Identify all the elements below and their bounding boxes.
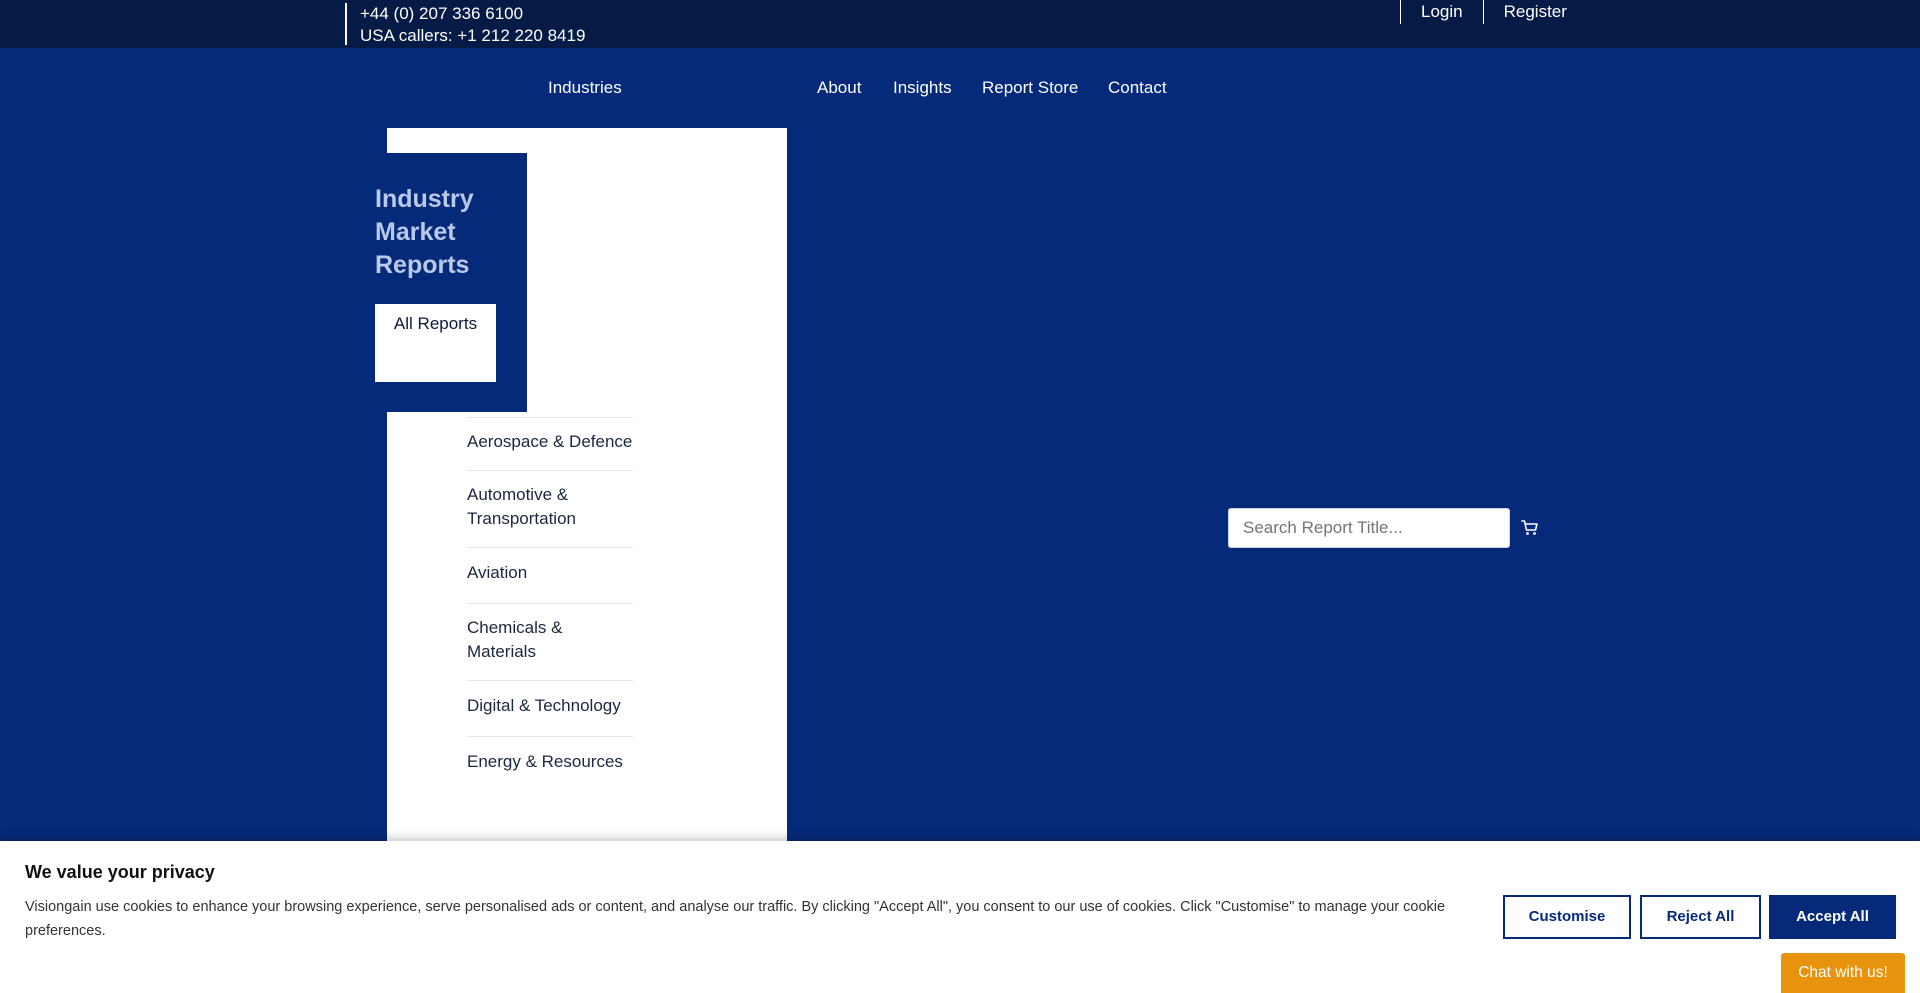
main-nav: Industries About Insights Report Store C… [0,75,1920,103]
login-link[interactable]: Login [1400,0,1483,24]
category-automotive-transportation[interactable]: Automotive & Transportation [467,470,633,547]
category-energy-resources[interactable]: Energy & Resources [467,736,633,792]
cookie-consent-banner: We value your privacy Visiongain use coo… [0,841,1920,993]
nav-about[interactable]: About [817,75,861,101]
nav-insights[interactable]: Insights [893,75,952,101]
category-aerospace-defence[interactable]: Aerospace & Defence [467,417,633,470]
category-chemicals-materials[interactable]: Chemicals & Materials [467,603,633,680]
reject-all-button[interactable]: Reject All [1640,895,1761,939]
accept-all-button[interactable]: Accept All [1769,895,1896,939]
nav-report-store[interactable]: Report Store [982,75,1078,101]
contact-numbers: +44 (0) 207 336 6100 USA callers: +1 212… [345,3,585,45]
category-aviation[interactable]: Aviation [467,547,633,603]
cookie-title: We value your privacy [25,862,215,882]
page: +44 (0) 207 336 6100 USA callers: +1 212… [0,0,1920,993]
category-digital-technology[interactable]: Digital & Technology [467,680,633,736]
phone-usa[interactable]: USA callers: +1 212 220 8419 [360,25,585,47]
top-utility-bar: +44 (0) 207 336 6100 USA callers: +1 212… [0,0,1920,48]
nav-industries[interactable]: Industries [548,75,622,101]
phone-uk[interactable]: +44 (0) 207 336 6100 [360,3,585,25]
all-reports-button[interactable]: All Reports [375,304,496,382]
cart-icon[interactable] [1520,518,1540,538]
cookie-text: Visiongain use cookies to enhance your b… [25,899,1446,939]
customise-button[interactable]: Customise [1503,895,1631,939]
mega-menu-title: Industry Market Reports [375,185,474,279]
register-link[interactable]: Register [1482,0,1587,24]
chat-button[interactable]: Chat with us! [1781,953,1905,993]
auth-links: Login Register [1400,0,1587,24]
search-input[interactable] [1228,508,1510,548]
industry-category-list: Aerospace & Defence Automotive & Transpo… [467,417,633,792]
industry-reports-feature: Industry Market Reports All Reports [350,153,527,412]
nav-contact[interactable]: Contact [1108,75,1167,101]
